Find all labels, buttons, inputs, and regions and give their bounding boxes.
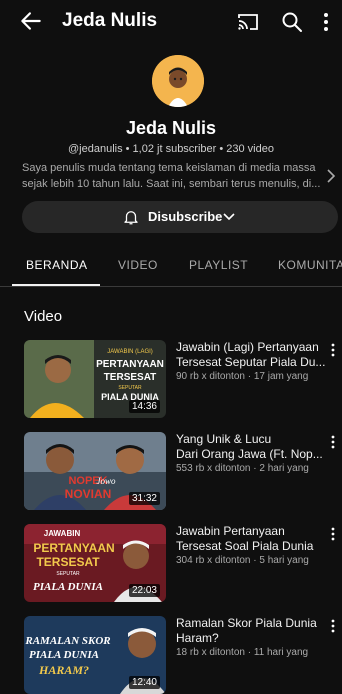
video-thumbnail[interactable]: JAWABIN PERTANYAAN TERSESAT SEPUTAR PIAL…: [24, 524, 166, 602]
page-title: Jeda Nulis: [62, 10, 158, 31]
section-title: Video: [24, 308, 63, 325]
tab-playlist[interactable]: PLAYLIST: [189, 258, 248, 272]
video-item[interactable]: NOPEK Jowo NOVIAN 31:32 Yang Unik & Lucu…: [24, 432, 342, 510]
video-title-line: Tersesat Seputar Piala Du...: [176, 355, 326, 369]
thumb-text: Jowo: [97, 476, 116, 486]
channel-avatar[interactable]: [152, 55, 204, 107]
video-meta: 90 rb x ditonton · 17 jam yang: [176, 371, 309, 382]
video-title-line: Ramalan Skor Piala Dunia: [176, 616, 317, 630]
video-title-line: Dari Orang Jawa (Ft. Nop...: [176, 447, 323, 461]
tab-video[interactable]: VIDEO: [118, 258, 158, 272]
video-meta: 553 rb x ditonton · 2 hari yang: [176, 463, 309, 474]
more-vert-icon[interactable]: [329, 526, 337, 542]
video-duration: 14:36: [128, 400, 160, 413]
video-duration: 31:32: [128, 492, 160, 505]
channel-description-line: sejak lebih 10 tahun lalu. Saat ini, sem…: [22, 178, 321, 190]
tab-komunitas[interactable]: KOMUNITAS: [278, 258, 342, 272]
thumb-text: TERSESAT: [104, 372, 157, 383]
thumb-text: NOVIAN: [65, 487, 112, 501]
channel-tabs: BERANDA VIDEO PLAYLIST KOMUNITAS: [0, 250, 342, 284]
video-title-line: Haram?: [176, 631, 219, 645]
back-arrow-icon[interactable]: [18, 8, 44, 34]
video-item[interactable]: RAMALAN SKOR PIALA DUNIA HARAM? 12:40 Ra…: [24, 616, 342, 694]
video-title[interactable]: Yang Unik & Lucu Dari Orang Jawa (Ft. No…: [176, 432, 336, 462]
thumb-text: TERSESAT: [36, 555, 100, 569]
video-title-line: Jawabin Pertanyaan: [176, 524, 285, 538]
video-meta: 18 rb x ditonton · 11 hari yang: [176, 647, 309, 658]
video-duration: 12:40: [128, 676, 160, 689]
thumb-text: SEPUTAR: [56, 571, 80, 577]
thumb-text: JAWABIN: [44, 529, 81, 538]
chevron-right-icon[interactable]: [326, 168, 336, 184]
channel-name: Jeda Nulis: [125, 118, 217, 138]
video-item[interactable]: JAWABIN PERTANYAAN TERSESAT SEPUTAR PIAL…: [24, 524, 342, 602]
thumb-text: RAMALAN SKOR: [24, 635, 110, 647]
channel-description-line: Saya penulis muda tentang tema keislaman…: [22, 162, 316, 174]
more-vert-icon[interactable]: [329, 434, 337, 450]
video-thumbnail[interactable]: JAWABIN (LAGI) PERTANYAAN TERSESAT SEPUT…: [24, 340, 166, 418]
channel-meta: @jedanulis • 1,02 jt subscriber • 230 vi…: [68, 143, 274, 155]
video-title[interactable]: Jawabin (Lagi) Pertanyaan Tersesat Seput…: [176, 340, 336, 370]
cast-icon[interactable]: [236, 10, 260, 34]
subscribed-button[interactable]: Disubscribe: [22, 201, 338, 233]
video-title-line: Tersesat Soal Piala Dunia: [176, 539, 314, 553]
tab-divider: [0, 286, 342, 287]
thumb-text: PERTANYAAN: [96, 359, 164, 370]
video-meta: 304 rb x ditonton · 5 hari yang: [176, 555, 309, 566]
subscribed-label: Disubscribe: [148, 209, 223, 224]
video-duration: 22:03: [128, 584, 160, 597]
thumb-text: PIALA DUNIA: [33, 581, 103, 593]
tab-beranda[interactable]: BERANDA: [26, 258, 88, 272]
top-app-bar: Jeda Nulis: [0, 0, 342, 44]
video-item[interactable]: JAWABIN (LAGI) PERTANYAAN TERSESAT SEPUT…: [24, 340, 342, 418]
thumb-text: HARAM?: [38, 663, 89, 677]
chevron-down-icon: [223, 213, 235, 221]
more-vert-icon[interactable]: [318, 10, 334, 34]
thumb-text: SEPUTAR: [118, 385, 142, 391]
video-title[interactable]: Jawabin Pertanyaan Tersesat Soal Piala D…: [176, 524, 336, 554]
more-vert-icon[interactable]: [329, 618, 337, 634]
video-title[interactable]: Ramalan Skor Piala Dunia Haram?: [176, 616, 336, 646]
video-title-line: Jawabin (Lagi) Pertanyaan: [176, 340, 319, 354]
thumb-text: JAWABIN (LAGI): [107, 349, 153, 355]
thumb-text: PIALA DUNIA: [29, 649, 99, 661]
more-vert-icon[interactable]: [329, 342, 337, 358]
channel-description[interactable]: Saya penulis muda tentang tema keislaman…: [22, 160, 322, 192]
thumb-text: PERTANYAAN: [33, 541, 114, 555]
bell-icon: [124, 211, 138, 225]
video-thumbnail[interactable]: NOPEK Jowo NOVIAN 31:32: [24, 432, 166, 510]
video-title-line: Yang Unik & Lucu: [176, 432, 272, 446]
video-thumbnail[interactable]: RAMALAN SKOR PIALA DUNIA HARAM? 12:40: [24, 616, 166, 694]
search-icon[interactable]: [280, 10, 304, 34]
